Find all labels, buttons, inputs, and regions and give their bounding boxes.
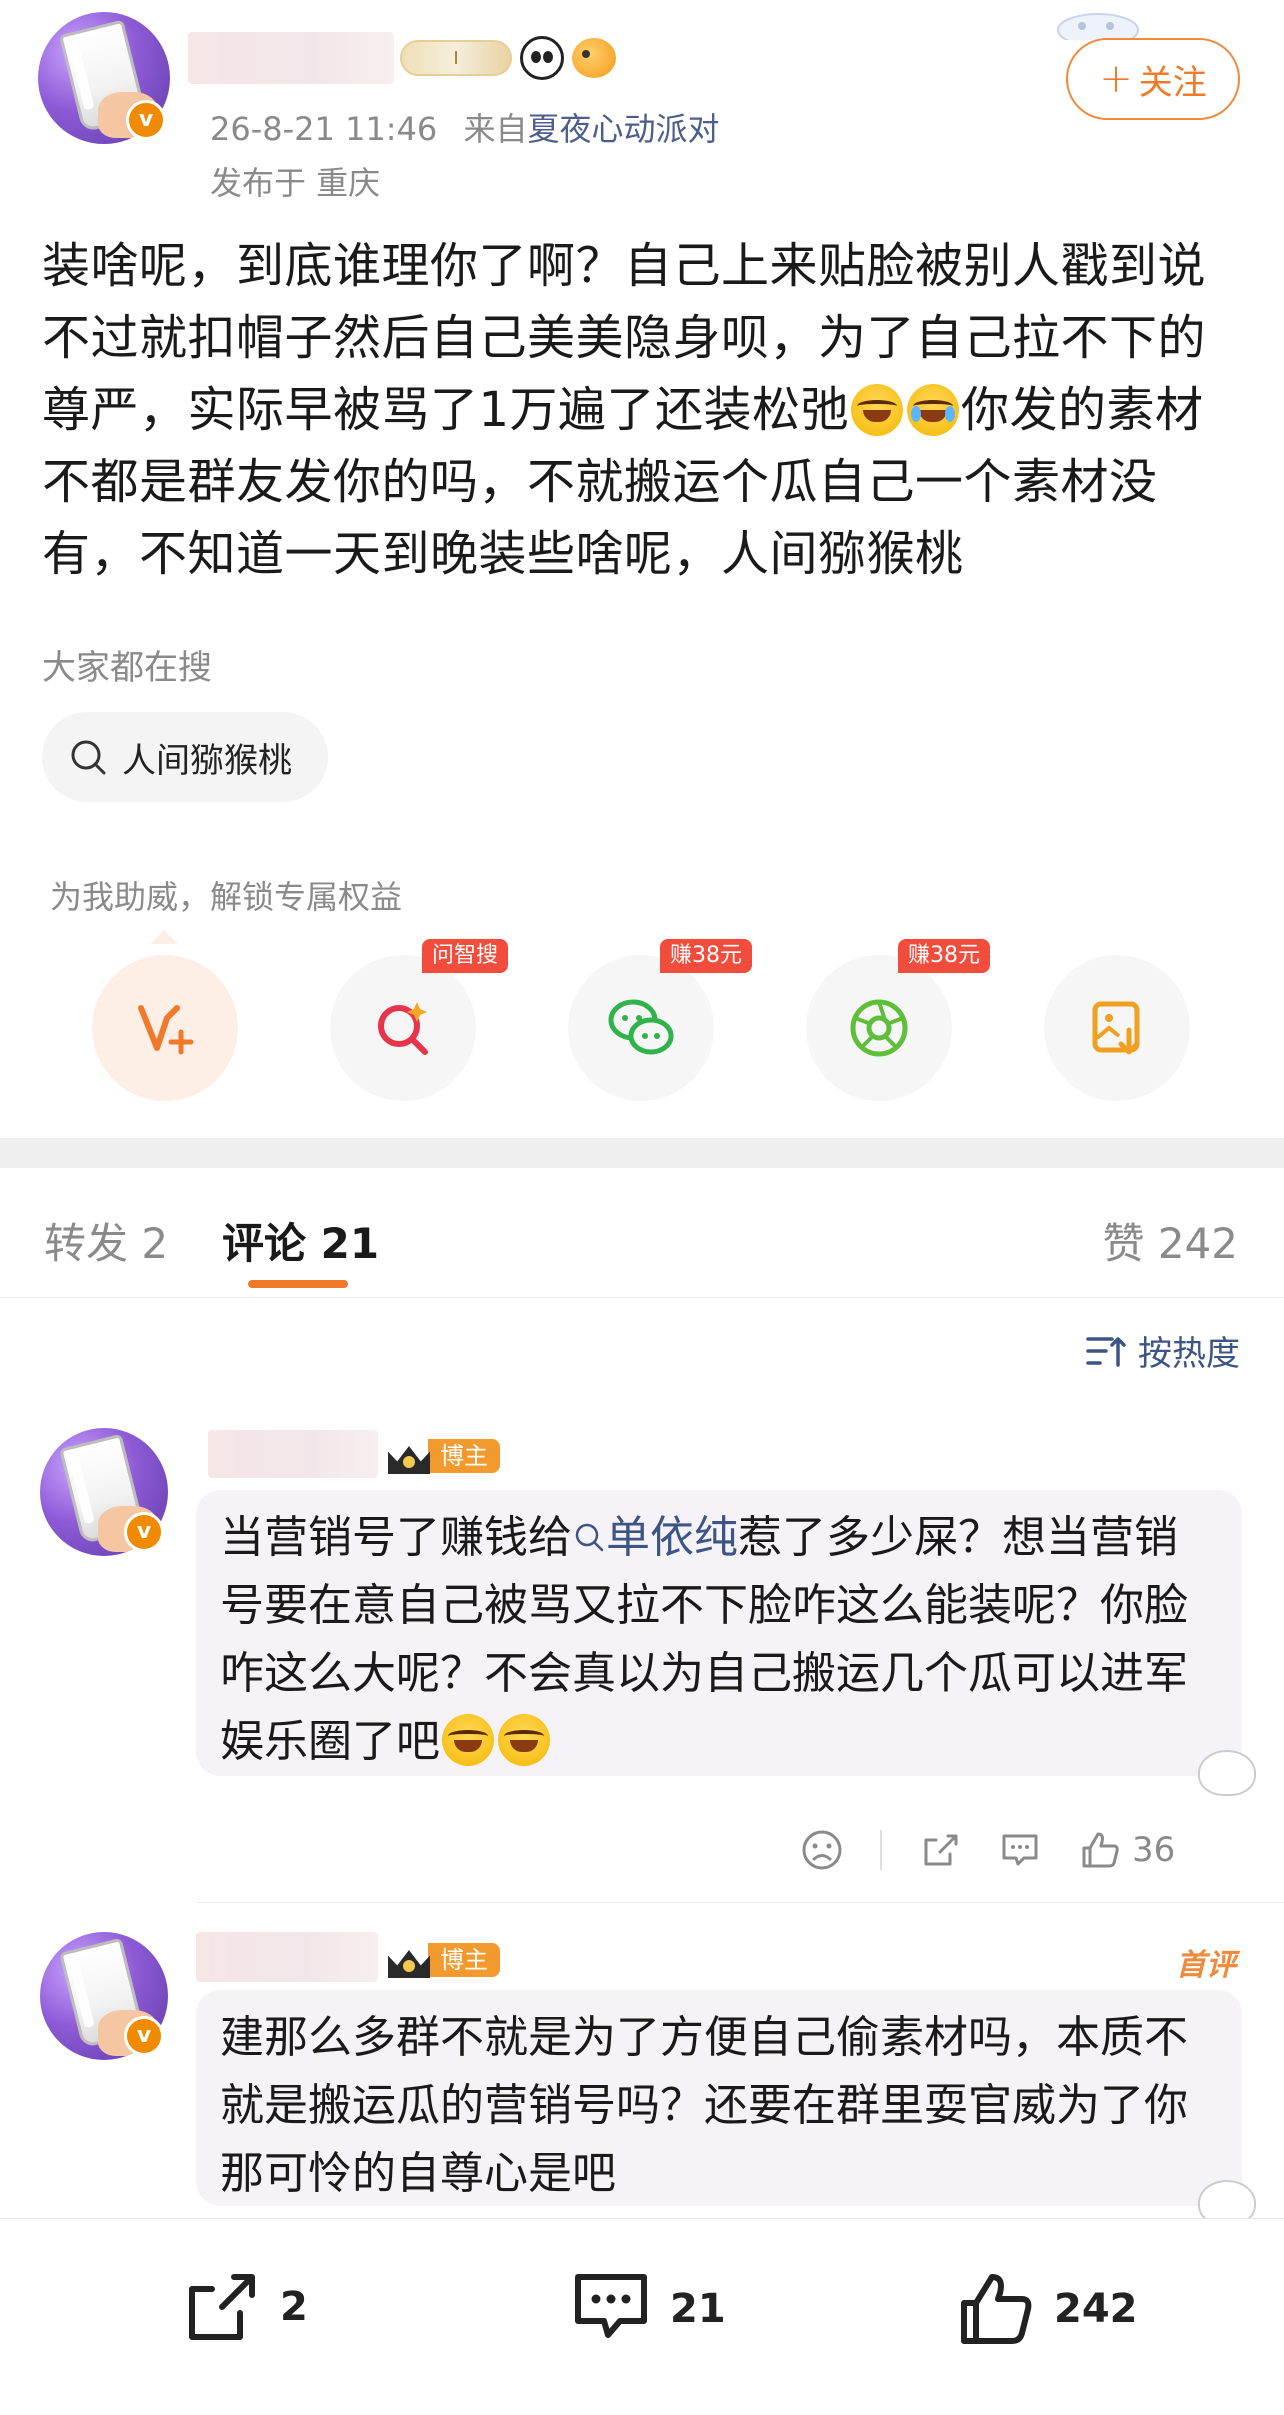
vip-plus-icon [138,1005,194,1055]
author-name-redacted[interactable] [188,32,394,84]
crying-emoji-icon [907,384,960,436]
boost-save-image-button[interactable] [1044,955,1190,1101]
share-icon [189,2274,255,2340]
moments-icon [850,999,908,1057]
share-icon [924,1834,958,1866]
comment-like-count: 36 [1132,1830,1176,1870]
tab-repost[interactable]: 转发 2 [44,1210,168,1271]
boost-tag: 赚38元 [898,939,990,973]
tab-comments[interactable]: 评论 21 [222,1210,379,1271]
wechat-icon [608,999,674,1055]
comment-count: 21 [670,2286,726,2332]
comment-avatar[interactable]: v [40,1428,168,1556]
source-prefix: 来自 [463,110,528,148]
tab-likes[interactable]: 赞 242 [1102,1210,1238,1271]
boost-wechat-button[interactable]: 赚38元 [568,939,752,1101]
post-source-link[interactable]: 夏夜心动派对 [527,110,719,148]
ai-search-icon [378,1002,428,1055]
post-location: 发布于 重庆 [210,164,381,202]
repost-comment-button[interactable] [918,1828,962,1872]
thumbs-up-icon [961,2274,1032,2344]
verified-badge-icon: v [124,1512,164,1552]
bottom-action-bar: 2 21 242 [0,2218,1284,2415]
comment-icon [575,2274,647,2338]
comment-button[interactable]: 21 [570,2269,726,2349]
level-badge: I [400,40,512,76]
boost-vip-button[interactable] [92,955,238,1101]
crown-icon [386,1942,432,1978]
fish-badge-icon [572,38,616,78]
boost-moments-button[interactable]: 赚38元 [806,939,990,1101]
boost-tag: 赚38元 [660,939,752,973]
thumbs-up-icon [1082,1832,1119,1868]
repost-button[interactable]: 2 [182,2269,308,2345]
laugh-cry-emoji-icon [498,1714,550,1766]
panda-badge-icon [520,36,564,80]
like-comment-button[interactable]: 36 [1078,1828,1175,1872]
inline-search-label: 单依纯 [606,1512,738,1563]
comment-body: 当营销号了赚钱给 单依纯惹了多少屎？想当营销号要在意自己被骂又拉不下脸咋这么能装呢… [196,1490,1242,1776]
post-timestamp: 26-8-21 11:46 [210,110,438,148]
comment-avatar[interactable]: v [40,1932,168,2060]
post-body: 装啥呢，到底谁理你了啊？自己上来贴脸被别人戳到说不过就扣帽子然后自己美美隐身呗，… [42,230,1242,590]
blogger-badge: 博主 [386,1942,500,1978]
laugh-cry-emoji-icon [442,1714,494,1766]
repost-count: 2 [280,2284,308,2330]
verified-badge-icon: v [126,100,166,140]
like-button[interactable]: 242 [956,2269,1138,2349]
plus-icon: + [1099,56,1133,102]
boost-actions: 问智搜 赚38元 赚38元 [0,939,1284,1105]
dislike-button[interactable] [800,1828,844,1872]
comment-icon [1002,1834,1038,1866]
interaction-tabs: 转发 2 评论 21 赞 242 [0,1168,1284,1298]
boost-tag: 问智搜 [422,939,509,973]
boost-caret [150,930,178,944]
sad-face-icon [802,1830,842,1870]
hot-search-chip[interactable]: 人间猕猴桃 [42,712,328,802]
cat-decoration-icon [1186,1740,1256,1796]
like-count: 242 [1054,2286,1138,2332]
section-divider [0,1138,1284,1168]
sort-label: 按热度 [1138,1334,1240,1374]
search-icon [575,1523,604,1552]
post-meta: 26-8-21 11:46 来自夏夜心动派对 [210,104,719,150]
sort-by-hot-button[interactable]: 按热度 [1086,1326,1240,1375]
sort-icon [1086,1336,1126,1367]
save-image-icon [1092,1001,1140,1055]
follow-button[interactable]: + 关注 [1066,38,1240,120]
comment-separator [196,1902,1284,1903]
search-icon [71,740,106,775]
hot-search-title: 大家都在搜 [42,648,212,688]
comment-body: 建那么多群不就是为了方便自己偷素材吗，本质不就是搬运瓜的营销号吗？还要在群里耍官… [196,1990,1242,2206]
commenter-name-redacted[interactable] [208,1430,378,1478]
cat-decoration-icon [1057,13,1139,40]
comment-text-part1: 当营销号了赚钱给 [220,1512,572,1563]
author-badges: I [400,36,616,80]
crown-icon [386,1438,432,1474]
laugh-cry-emoji-icon [851,384,904,436]
comment-actions: 36 [800,1828,1175,1872]
boost-ai-search-button[interactable]: 问智搜 [330,939,509,1101]
comment-text: 建那么多群不就是为了方便自己偷素材吗，本质不就是搬运瓜的营销号吗？还要在群里耍官… [220,2012,1188,2199]
tab-active-indicator [248,1280,348,1288]
post-author-avatar[interactable]: v [38,12,170,144]
first-comment-badge: 首评 [1176,1948,1236,1983]
hot-search-label: 人间猕猴桃 [122,740,292,781]
boost-title: 为我助威，解锁专属权益 [50,878,403,916]
inline-search-link[interactable]: 单依纯 [572,1512,738,1563]
follow-label: 关注 [1138,62,1207,103]
verified-badge-icon: v [124,2016,164,2056]
action-divider [880,1830,882,1870]
blogger-tag: 博主 [428,1943,500,1977]
blogger-badge: 博主 [386,1438,500,1474]
reply-button[interactable] [998,1828,1042,1872]
commenter-name-redacted[interactable] [196,1932,378,1982]
blogger-tag: 博主 [428,1439,500,1473]
